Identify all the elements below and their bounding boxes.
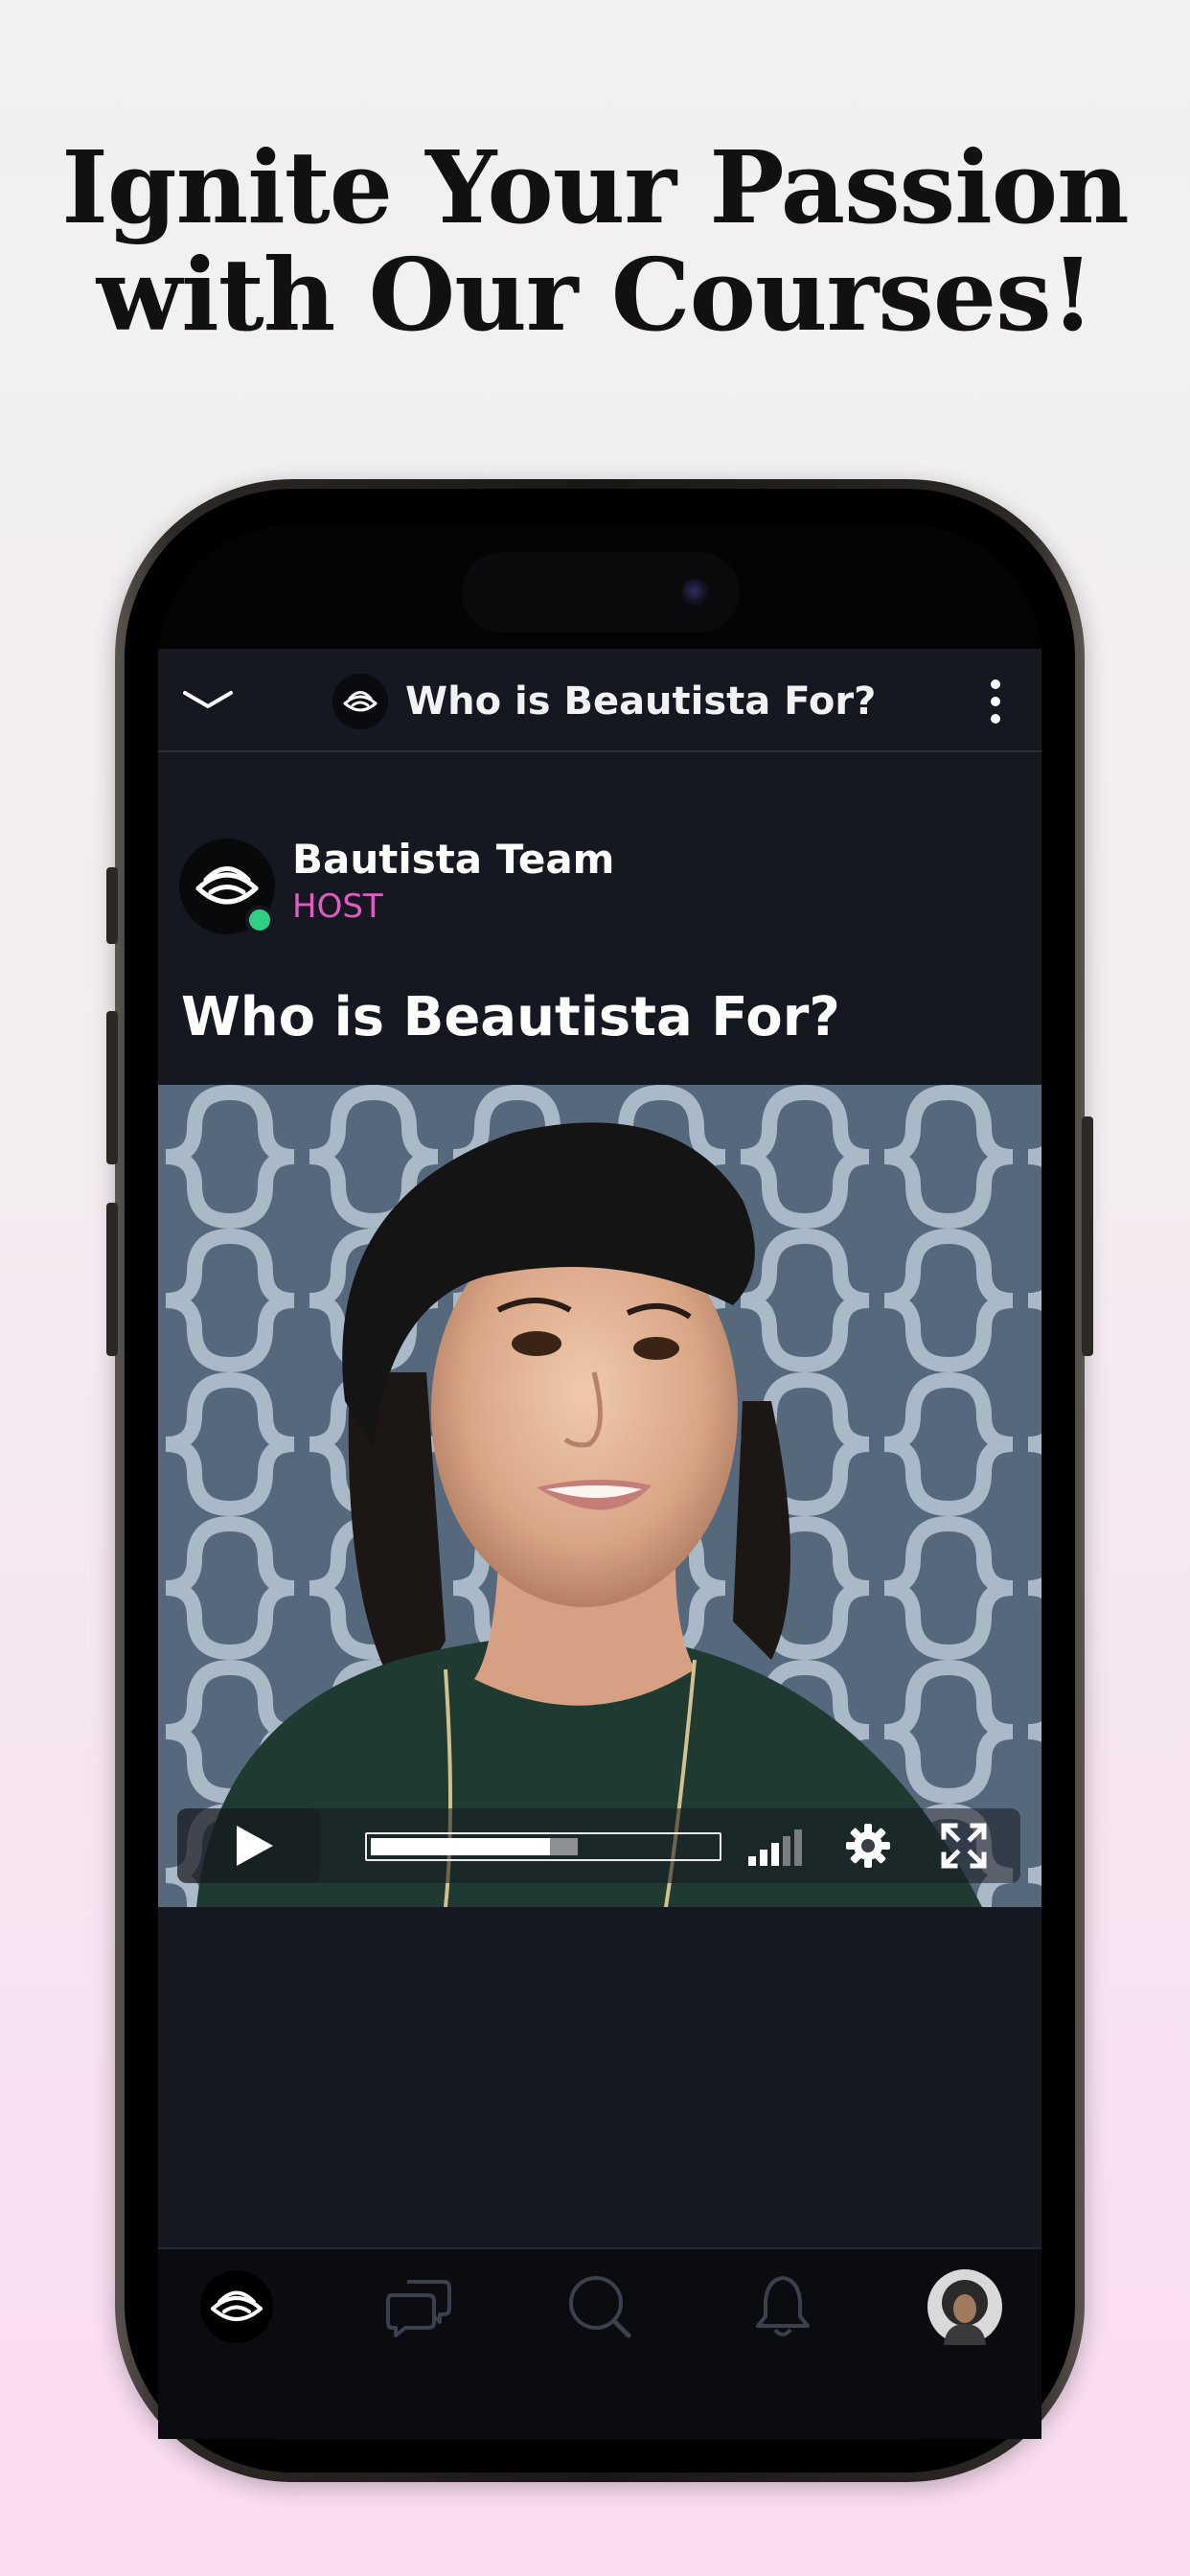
author-name[interactable]: Bautista Team xyxy=(292,835,614,885)
video-controls xyxy=(177,1808,1020,1883)
chat-bubbles-icon[interactable] xyxy=(380,2268,457,2345)
phone-volume-up-button xyxy=(106,1011,118,1164)
fullscreen-icon[interactable] xyxy=(940,1822,988,1870)
online-status-dot xyxy=(245,906,274,934)
front-camera xyxy=(682,579,709,606)
top-bar: Who is Beautista For? xyxy=(158,649,1041,752)
volume-bar xyxy=(771,1843,779,1866)
video-progress-bar[interactable] xyxy=(365,1832,721,1861)
author-role-badge: HOST xyxy=(292,887,383,926)
home-logo-icon[interactable] xyxy=(198,2268,275,2345)
phone-action-button xyxy=(106,867,118,944)
marketing-headline: Ignite Your Passion with Our Courses! xyxy=(0,134,1190,349)
bottom-navigation xyxy=(158,2247,1041,2439)
volume-level-icon[interactable] xyxy=(744,1826,806,1868)
phone-power-button xyxy=(1082,1116,1093,1356)
phone-volume-down-button xyxy=(106,1203,118,1356)
play-icon xyxy=(237,1826,273,1866)
volume-bar xyxy=(760,1850,767,1866)
more-vertical-icon[interactable] xyxy=(984,678,1007,725)
page-title: Who is Beautista For? xyxy=(405,679,877,724)
bell-icon[interactable] xyxy=(744,2268,821,2345)
profile-avatar[interactable] xyxy=(927,2268,1003,2345)
volume-bar xyxy=(794,1829,802,1866)
chevron-down-icon[interactable] xyxy=(179,681,237,720)
post-title: Who is Beautista For? xyxy=(181,986,840,1048)
search-icon[interactable] xyxy=(561,2268,638,2345)
space-logo-icon xyxy=(332,674,388,729)
volume-bar xyxy=(748,1856,756,1866)
video-frame-image xyxy=(158,1085,1041,1907)
app-screen: Who is Beautista For? Bautista Team HOST… xyxy=(158,649,1041,2247)
headline-line-1: Ignite Your Passion xyxy=(61,128,1129,246)
video-player[interactable] xyxy=(158,1085,1041,1907)
headline-line-2: with Our Courses! xyxy=(96,236,1095,354)
gear-icon[interactable] xyxy=(844,1822,892,1870)
video-progress-fill xyxy=(371,1838,550,1855)
volume-bar xyxy=(783,1836,790,1866)
play-button[interactable] xyxy=(177,1808,321,1883)
